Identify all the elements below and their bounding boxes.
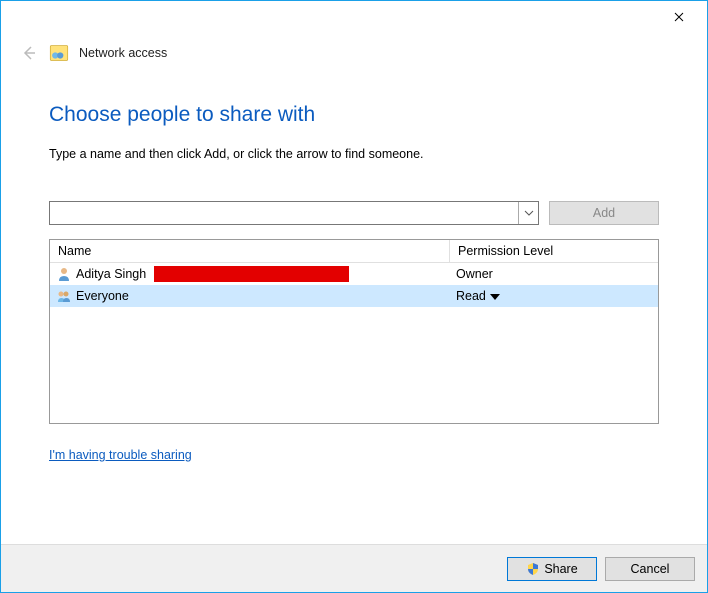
add-button[interactable]: Add xyxy=(549,201,659,225)
help-link[interactable]: I'm having trouble sharing xyxy=(49,448,192,462)
instruction-text: Type a name and then click Add, or click… xyxy=(49,147,659,161)
footer: Share Cancel xyxy=(1,544,707,592)
cell-name: Everyone xyxy=(50,288,450,304)
share-button[interactable]: Share xyxy=(507,557,597,581)
permission-dropdown-arrow[interactable] xyxy=(490,289,500,303)
shield-icon xyxy=(526,562,540,576)
cell-permission[interactable]: Read xyxy=(450,289,658,303)
back-button[interactable] xyxy=(19,43,39,63)
back-arrow-icon xyxy=(21,45,37,61)
column-header-name[interactable]: Name xyxy=(50,240,450,262)
close-icon xyxy=(674,12,684,22)
permission-label: Read xyxy=(456,289,486,303)
cell-permission: Owner xyxy=(450,267,658,281)
user-name-label: Aditya Singh xyxy=(76,267,146,281)
cancel-button[interactable]: Cancel xyxy=(605,557,695,581)
combobox-arrow-button[interactable] xyxy=(518,202,538,224)
group-icon xyxy=(56,288,72,304)
input-row: Add xyxy=(49,201,659,225)
dialog-window: Network access Choose people to share wi… xyxy=(0,0,708,593)
header-row: Network access xyxy=(1,33,707,63)
table-row[interactable]: Aditya Singh Owner xyxy=(50,263,658,285)
cell-name: Aditya Singh xyxy=(50,266,450,282)
content-area: Choose people to share with Type a name … xyxy=(1,63,707,544)
column-header-permission[interactable]: Permission Level xyxy=(450,240,658,262)
table-row[interactable]: Everyone Read xyxy=(50,285,658,307)
user-name-label: Everyone xyxy=(76,289,129,303)
name-input[interactable] xyxy=(50,202,518,224)
page-heading: Choose people to share with xyxy=(49,103,659,127)
permissions-grid: Name Permission Level Aditya Singh Owner xyxy=(49,239,659,424)
grid-body: Aditya Singh Owner Everyone xyxy=(50,263,658,423)
name-combobox[interactable] xyxy=(49,201,539,225)
header-title: Network access xyxy=(79,46,167,60)
triangle-down-icon xyxy=(490,294,500,300)
permission-label: Owner xyxy=(456,267,493,281)
network-access-icon xyxy=(49,43,69,63)
close-button[interactable] xyxy=(659,3,699,31)
chevron-down-icon xyxy=(524,208,534,218)
share-button-label: Share xyxy=(544,562,577,576)
titlebar xyxy=(1,1,707,33)
redacted-block xyxy=(154,266,349,282)
grid-header: Name Permission Level xyxy=(50,240,658,263)
cancel-button-label: Cancel xyxy=(631,562,670,576)
user-icon xyxy=(56,266,72,282)
